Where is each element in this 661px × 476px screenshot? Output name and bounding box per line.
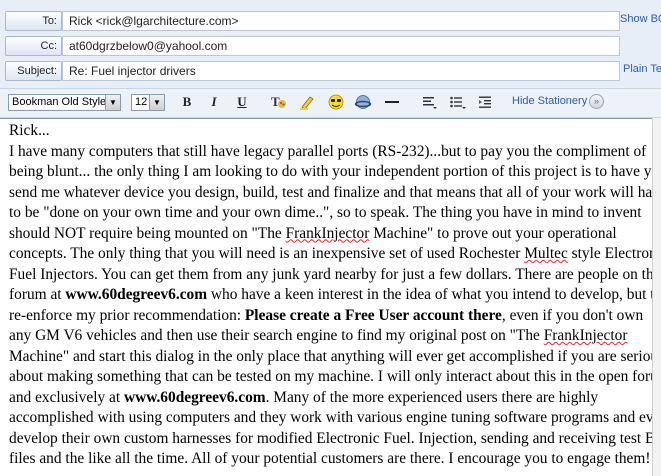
text-run: re-enforce my prior recommendation: [9,306,245,324]
message-line: any GM V6 vehicles and then use their se… [9,326,641,347]
text-run: forum at [9,286,66,303]
to-button[interactable]: To: [5,11,62,31]
misspelled-word: FrankInjector [285,224,370,242]
misspelled-word: Multec [524,245,568,262]
chevron-down-icon: ▼ [105,95,120,110]
insert-link-icon[interactable] [352,93,374,111]
bold-button[interactable]: B [176,93,198,111]
chevron-down-icon: ▼ [149,95,164,110]
show-bcc-link[interactable]: Show BCC [620,13,661,25]
to-field[interactable]: Rick <rick@lgarchitecture.com> [62,11,620,31]
subject-row: Subject: Re: Fuel injector drivers Plain… [0,61,661,81]
message-line: should NOT require being mounted on "The… [9,224,641,245]
cc-field[interactable]: at60dgrzbelow0@yahool.com [62,36,620,56]
text-run: concepts. The only thing that you will n… [9,245,525,262]
message-line: concepts. The only thing that you will n… [9,244,661,265]
message-line: accomplished with using computers and th… [9,408,661,429]
font-family-value: Bookman Old Style [12,96,107,108]
text-run: to be "done on your own time and your ow… [9,204,642,221]
bold-text: www.60degreev6.com [65,286,208,303]
text-run: being blunt... the only thing I am looki… [9,163,661,180]
text-run: accomplished with using computers and th… [9,409,661,426]
subject-field[interactable]: Re: Fuel injector drivers [62,61,620,81]
formatting-toolbar: Bookman Old Style ▼ 12 ▼ B I U T Hide St… [0,88,661,118]
compose-header: To: Rick <rick@lgarchitecture.com> Show … [0,0,661,88]
text-run: who have a keen interest in the idea of … [207,286,661,303]
svg-text:T: T [271,94,280,109]
font-size-value: 12 [135,96,148,108]
emoticon-icon[interactable] [325,93,347,111]
message-line: Rick... [9,121,641,142]
message-body-editor[interactable]: Rick... I have many computers that still … [0,118,661,471]
text-run: I have many computers that still have le… [9,142,647,160]
text-run: Rick... [9,122,50,139]
horizontal-rule-icon[interactable] [381,93,403,111]
bold-text: Please create a Free User account there [244,306,502,324]
message-line: to be "done on your own time and your ow… [9,203,642,224]
text-run: , even if you don't own [501,306,644,324]
text-run: files and the like all the time. All of … [9,450,651,467]
message-line: re-enforce my prior recommendation: Plea… [9,306,644,327]
subject-label: Subject: [5,61,62,81]
text-run: Machine" to prove out your operational [369,224,617,242]
text-run: any GM V6 vehicles and then use their se… [9,327,544,344]
text-run: Fuel Injectors. You can get them from an… [9,265,661,283]
highlight-pen-icon[interactable] [296,93,318,111]
italic-button[interactable]: I [203,93,225,111]
text-run: send me whatever device you design, buil… [9,183,661,201]
text-run: and exclusively at [9,388,124,406]
message-line: forum at www.60degreev6.com who have a k… [9,285,661,306]
align-left-icon[interactable] [418,93,440,111]
list-icon[interactable] [446,93,468,111]
text-run: should NOT require being mounted on "The [9,224,286,242]
message-line: and exclusively at www.60degreev6.com. M… [9,388,641,409]
vertical-scrollbar[interactable] [652,118,661,476]
cc-button[interactable]: Cc: [5,36,62,56]
text-run: develop their own custom harnesses for m… [9,429,661,447]
cc-row: Cc: at60dgrzbelow0@yahool.com [0,36,661,56]
font-family-select[interactable]: Bookman Old Style ▼ [8,94,121,111]
message-line: Fuel Injectors. You can get them from an… [9,265,661,286]
text-run: about making something that can be teste… [9,368,661,385]
text-color-icon[interactable]: T [268,93,290,111]
message-line: send me whatever device you design, buil… [9,183,661,204]
misspelled-word: FrankInjector [543,327,628,344]
to-row: To: Rick <rick@lgarchitecture.com> Show … [0,11,661,31]
text-run: style Electronic [567,245,661,262]
text-run: Machine" and start this dialog in the on… [9,347,661,365]
chevron-right-icon[interactable]: » [589,94,604,109]
message-line: develop their own custom harnesses for m… [9,429,661,450]
bold-text: www.60degreev6.com [123,388,266,406]
message-line: being blunt... the only thing I am looki… [9,162,661,183]
hide-stationery-link[interactable]: Hide Stationery [512,95,587,107]
message-text: Rick... I have many computers that still … [9,121,661,470]
text-run: . Many of the more experienced users the… [265,388,599,406]
font-size-select[interactable]: 12 ▼ [131,94,165,111]
message-line: Machine" and start this dialog in the on… [9,347,661,368]
message-line: files and the like all the time. All of … [9,449,650,470]
message-line: I have many computers that still have le… [9,142,646,163]
message-line: about making something that can be teste… [9,367,661,388]
underline-button[interactable]: U [231,93,253,111]
plain-text-link[interactable]: Plain Text [623,63,661,75]
indent-icon[interactable] [474,93,496,111]
